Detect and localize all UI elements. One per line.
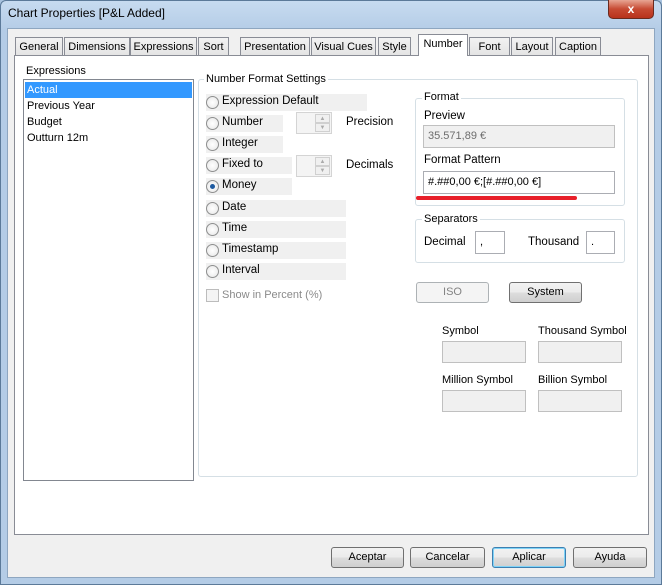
- help-button[interactable]: Ayuda: [573, 547, 647, 568]
- show-percent-checkbox[interactable]: [206, 289, 219, 302]
- radio-timestamp[interactable]: [206, 243, 219, 257]
- precision-label: Precision: [346, 116, 394, 128]
- highlight-underline: [416, 196, 577, 200]
- preview-field: 35.571,89 €: [423, 125, 615, 148]
- radio-label[interactable]: Date: [222, 201, 246, 213]
- tab-presentation[interactable]: Presentation: [240, 37, 310, 56]
- cancel-button[interactable]: Cancelar: [410, 547, 485, 568]
- apply-button[interactable]: Aplicar: [492, 547, 566, 568]
- tab-general[interactable]: General: [15, 37, 63, 56]
- list-item[interactable]: Previous Year: [25, 98, 192, 114]
- list-item[interactable]: Outturn 12m: [25, 130, 192, 146]
- billion-symbol-field[interactable]: [538, 390, 622, 412]
- decimal-input[interactable]: ,: [475, 231, 505, 254]
- iso-button[interactable]: ISO: [416, 282, 489, 303]
- radio-interval[interactable]: [206, 264, 219, 278]
- tab-expressions[interactable]: Expressions: [130, 37, 197, 56]
- close-button[interactable]: x: [608, 0, 654, 19]
- ok-button[interactable]: Aceptar: [331, 547, 404, 568]
- number-format-label: Number Format Settings: [204, 73, 328, 85]
- down-arrow-icon[interactable]: ▼: [315, 123, 330, 132]
- up-arrow-icon[interactable]: ▲: [315, 114, 330, 123]
- radio-label[interactable]: Timestamp: [222, 243, 278, 255]
- thousand-label: Thousand: [528, 236, 580, 248]
- decimals-label: Decimals: [346, 159, 394, 171]
- tab-dimensions[interactable]: Dimensions: [64, 37, 130, 56]
- preview-label: Preview: [424, 110, 465, 122]
- billion-symbol-label: Billion Symbol: [538, 374, 608, 386]
- format-pattern-label: Format Pattern: [424, 154, 501, 166]
- down-arrow-icon[interactable]: ▼: [315, 166, 330, 175]
- separators-label: Separators: [422, 213, 480, 225]
- decimal-label: Decimal: [424, 236, 466, 248]
- expressions-label: Expressions: [26, 65, 86, 77]
- radio-label[interactable]: Integer: [222, 137, 258, 149]
- format-pattern-input[interactable]: #.##0,00 €;[#.##0,00 €]: [423, 171, 615, 194]
- format-label: Format: [422, 91, 461, 103]
- list-item[interactable]: Actual: [25, 82, 192, 98]
- radio-label[interactable]: Interval: [222, 264, 260, 276]
- thousand-input[interactable]: .: [586, 231, 615, 254]
- decimals-stepper[interactable]: ▲ ▼: [296, 155, 332, 177]
- precision-stepper[interactable]: ▲ ▼: [296, 112, 332, 134]
- radio-number[interactable]: [206, 117, 219, 131]
- tab-caption[interactable]: Caption: [555, 37, 601, 56]
- radio-label[interactable]: Time: [222, 222, 247, 234]
- tab-style[interactable]: Style: [378, 37, 411, 56]
- list-item[interactable]: Budget: [25, 114, 192, 130]
- up-arrow-icon[interactable]: ▲: [315, 157, 330, 166]
- million-symbol-label: Million Symbol: [442, 374, 513, 386]
- radio-time[interactable]: [206, 222, 219, 236]
- radio-label[interactable]: Money: [222, 179, 257, 191]
- radio-label[interactable]: Fixed to: [222, 158, 263, 170]
- million-symbol-field[interactable]: [442, 390, 526, 412]
- thousand-symbol-label: Thousand Symbol: [538, 325, 627, 337]
- tab-visual-cues[interactable]: Visual Cues: [311, 37, 376, 56]
- radio-label[interactable]: Number: [222, 116, 263, 128]
- show-percent-label: Show in Percent (%): [222, 289, 323, 301]
- tab-layout[interactable]: Layout: [511, 37, 553, 56]
- radio-date[interactable]: [206, 201, 219, 215]
- tab-sort[interactable]: Sort: [198, 37, 229, 56]
- system-button[interactable]: System: [509, 282, 582, 303]
- expressions-list[interactable]: Actual Previous Year Budget Outturn 12m: [23, 79, 194, 481]
- symbol-field[interactable]: [442, 341, 526, 363]
- tab-number[interactable]: Number: [418, 34, 468, 56]
- window-title: Chart Properties [P&L Added]: [8, 6, 165, 20]
- tab-font[interactable]: Font: [469, 37, 510, 56]
- radio-label[interactable]: Expression Default: [222, 95, 319, 107]
- symbol-label: Symbol: [442, 325, 479, 337]
- radio-expression-default[interactable]: [206, 96, 219, 109]
- thousand-symbol-field[interactable]: [538, 341, 622, 363]
